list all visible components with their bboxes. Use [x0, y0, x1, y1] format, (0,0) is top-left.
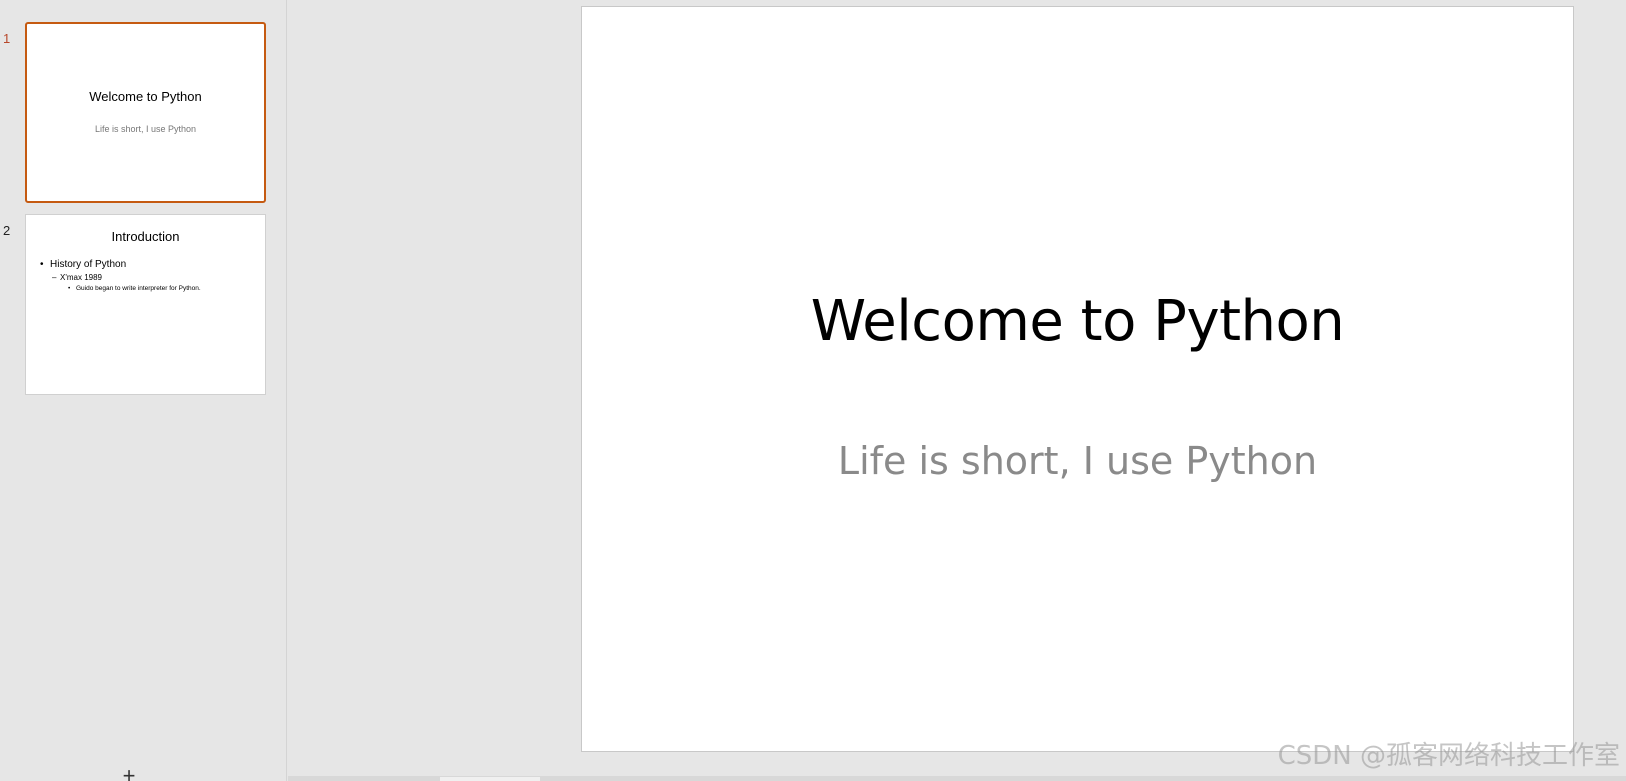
thumbnail-bullet-list: • History of Python – X'max 1989 • Guido… [40, 259, 257, 292]
presentation-app: 1 Welcome to Python Life is short, I use… [0, 0, 1626, 781]
slide-subtitle[interactable]: Life is short, I use Python [582, 439, 1573, 483]
slide-title[interactable]: Welcome to Python [582, 289, 1573, 354]
bullet-text: History of Python [50, 259, 127, 270]
thumbnail-title: Welcome to Python [89, 89, 202, 104]
slide-thumbnail-pane[interactable]: 1 Welcome to Python Life is short, I use… [0, 0, 287, 781]
bullet-level-3: • Guido began to write interpreter for P… [40, 285, 257, 292]
bullet-level-1: • History of Python [40, 259, 257, 270]
current-slide-canvas[interactable]: Welcome to Python Life is short, I use P… [581, 6, 1574, 752]
add-slide-button[interactable]: + [119, 765, 139, 781]
bullet-level-2: – X'max 1989 [40, 273, 257, 282]
slide-number-2: 2 [3, 223, 11, 238]
bullet-dot-icon: • [40, 259, 44, 270]
slide-thumbnail-2[interactable]: Introduction • History of Python – X'max… [25, 214, 266, 395]
thumbnail-subtitle: Life is short, I use Python [94, 124, 197, 134]
bullet-dot-icon: • [68, 285, 71, 292]
scrollbar-thumb[interactable] [440, 777, 540, 781]
thumbnail-title: Introduction [111, 229, 180, 244]
slide-editor-area[interactable]: Welcome to Python Life is short, I use P… [288, 0, 1626, 776]
slide-number-1: 1 [3, 31, 11, 46]
bullet-text: Guido began to write interpreter for Pyt… [76, 285, 201, 292]
slide-thumbnail-1[interactable]: Welcome to Python Life is short, I use P… [25, 22, 266, 203]
bullet-dash-icon: – [52, 273, 57, 282]
bullet-text: X'max 1989 [60, 273, 102, 282]
watermark-text: CSDN @孤客网络科技工作室 [1277, 741, 1620, 771]
